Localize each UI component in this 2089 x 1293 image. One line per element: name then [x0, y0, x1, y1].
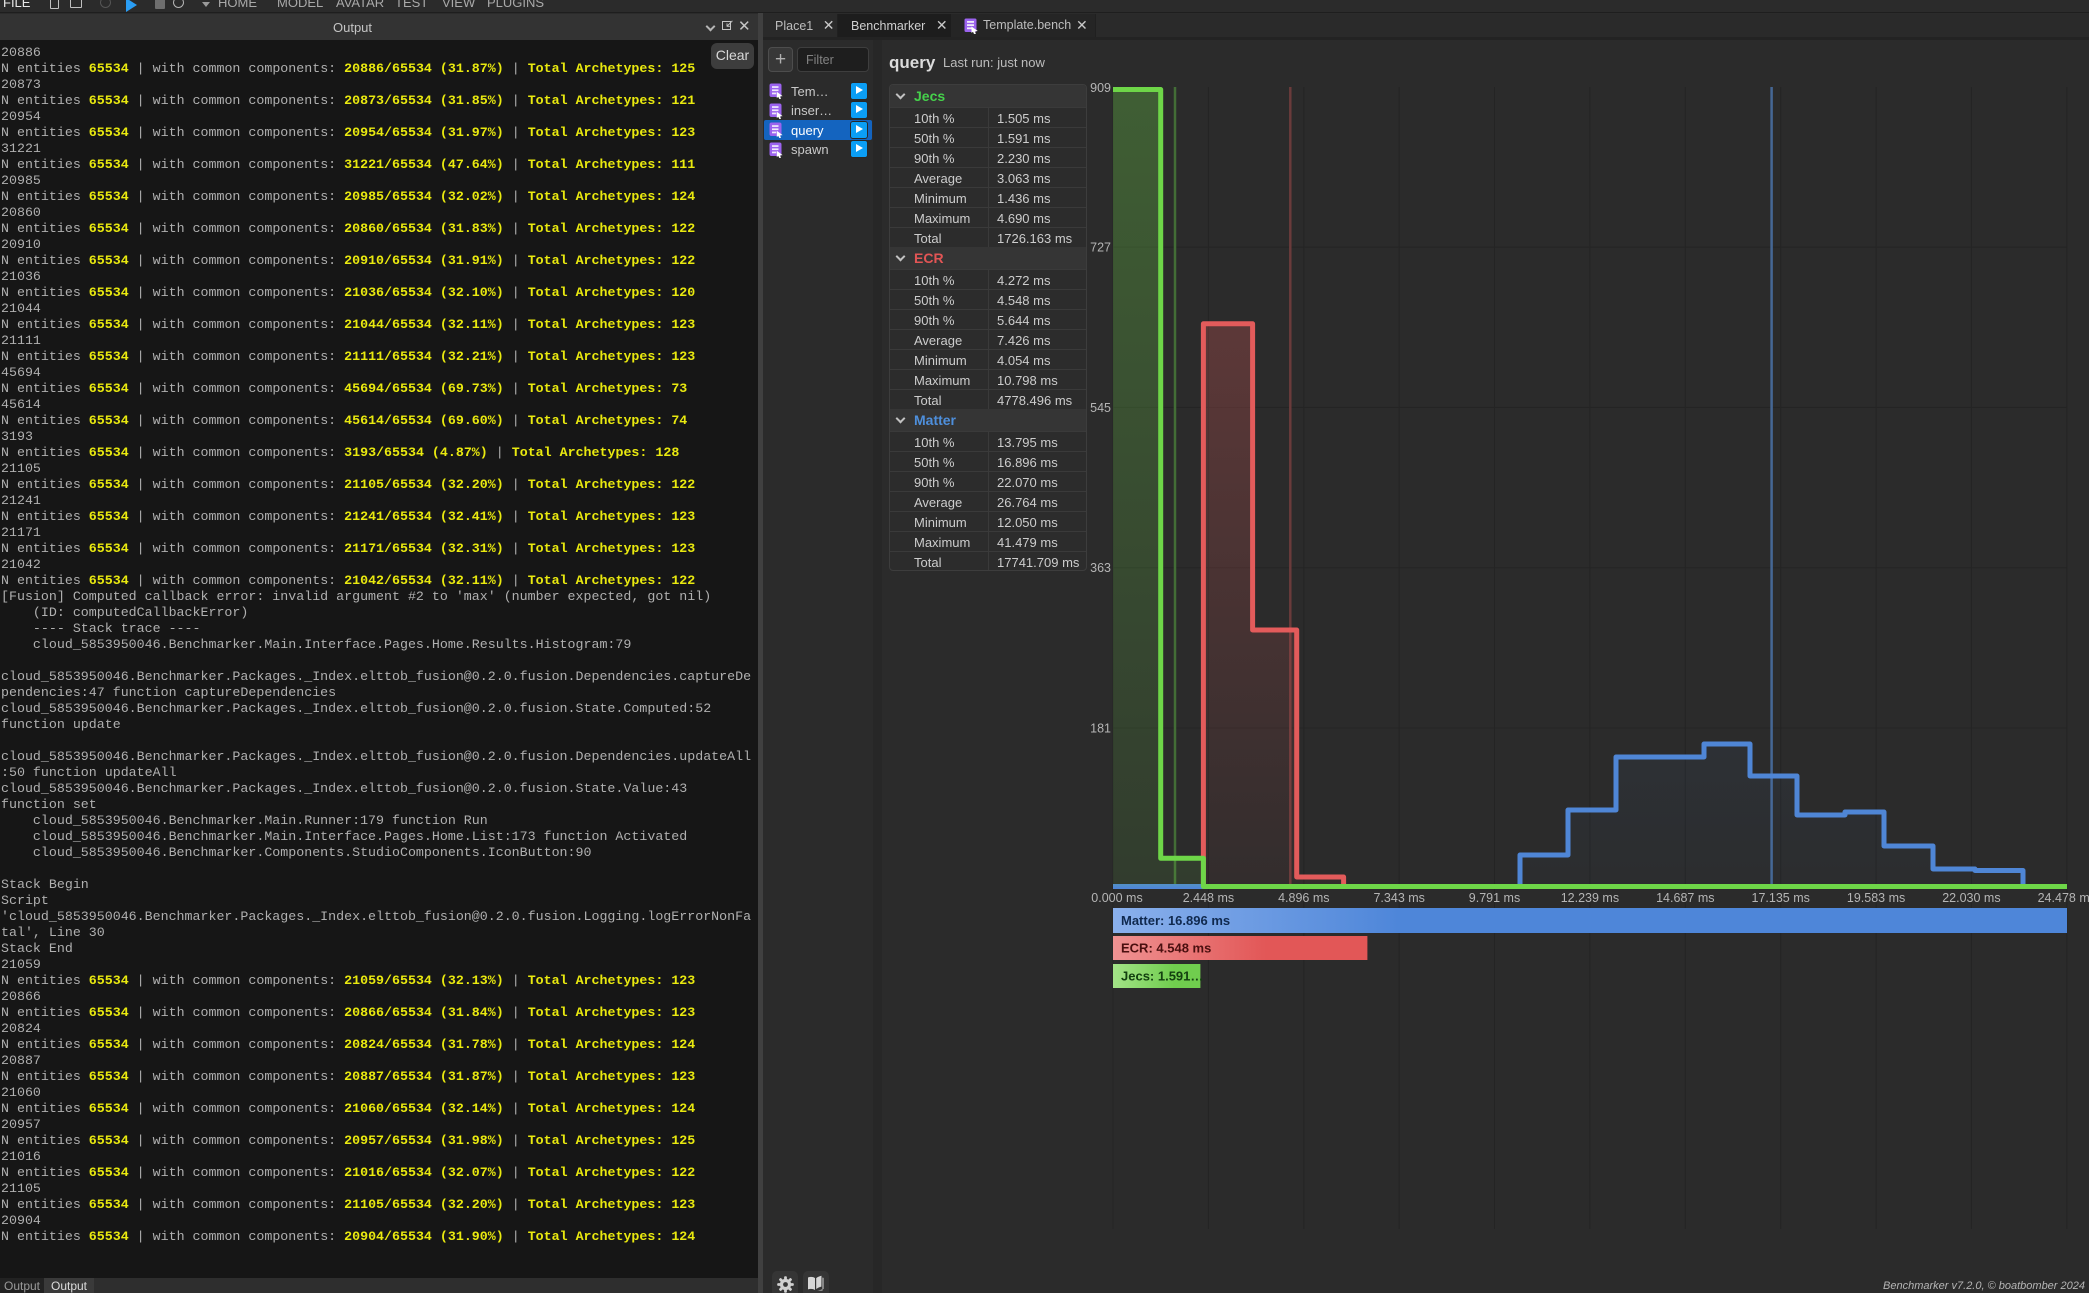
svg-text:909: 909 — [1090, 81, 1111, 95]
svg-text:0.000 ms: 0.000 ms — [1091, 891, 1142, 905]
svg-text:Matter: 16.896 ms: Matter: 16.896 ms — [1121, 913, 1230, 928]
svg-text:ECR: 4.548 ms: ECR: 4.548 ms — [1121, 941, 1211, 956]
svg-text:19.583 ms: 19.583 ms — [1847, 891, 1905, 905]
svg-text:12.239 ms: 12.239 ms — [1561, 891, 1619, 905]
svg-text:Jecs: 1.591…: Jecs: 1.591… — [1121, 969, 1203, 984]
svg-text:727: 727 — [1090, 241, 1111, 255]
svg-text:4.896 ms: 4.896 ms — [1278, 891, 1329, 905]
svg-text:7.343 ms: 7.343 ms — [1373, 891, 1424, 905]
svg-text:545: 545 — [1090, 401, 1111, 415]
svg-text:22.030 ms: 22.030 ms — [1942, 891, 2000, 905]
svg-text:9.791 ms: 9.791 ms — [1469, 891, 1520, 905]
svg-text:2.448 ms: 2.448 ms — [1183, 891, 1234, 905]
svg-text:17.135 ms: 17.135 ms — [1752, 891, 1810, 905]
svg-text:181: 181 — [1090, 722, 1111, 736]
svg-text:14.687 ms: 14.687 ms — [1656, 891, 1714, 905]
svg-text:363: 363 — [1090, 561, 1111, 575]
svg-text:24.478 ms: 24.478 ms — [2038, 891, 2089, 905]
